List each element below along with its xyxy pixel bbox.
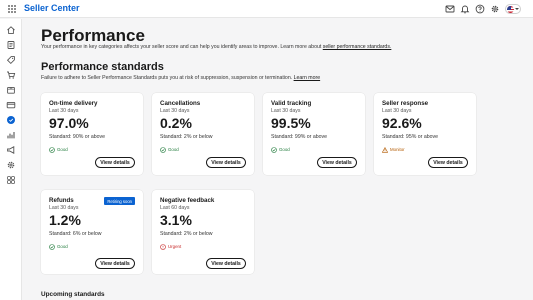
status-badge: Good [160, 146, 179, 153]
card-period: Last 30 days [382, 108, 412, 114]
status-label: Urgent [168, 244, 182, 249]
card-title: Negative feedback [160, 197, 215, 204]
card-standard: Standard: 90% or above [49, 134, 105, 140]
sidebar [0, 19, 22, 300]
alert-circle-icon [160, 243, 166, 250]
apps-icon[interactable] [6, 175, 16, 185]
bell-icon[interactable] [460, 4, 470, 14]
cart-icon[interactable] [6, 70, 16, 80]
learn-more-link[interactable]: Learn more [294, 75, 321, 81]
intro-text: Your performance in key categories affec… [41, 44, 391, 50]
us-flag-icon [507, 5, 514, 13]
metric-card-seller-response: Seller response Last 30 days 92.6% Stand… [374, 93, 476, 175]
card-value: 97.0% [49, 115, 89, 131]
app-launcher-icon[interactable] [8, 5, 16, 13]
card-value: 99.5% [271, 115, 311, 131]
card-title: Refunds [49, 197, 74, 204]
card-period: Last 60 days [160, 205, 190, 211]
card-value: 0.2% [160, 115, 192, 131]
retiring-soon-badge: Retiring soon [104, 197, 135, 205]
status-label: Good [57, 147, 68, 152]
metric-card-valid-tracking: Valid tracking Last 30 days 99.5% Standa… [263, 93, 365, 175]
card-standard: Standard: 6% or below [49, 231, 102, 237]
metric-card-negative-feedback: Negative feedback Last 60 days 3.1% Stan… [152, 190, 254, 274]
performance-standards-link[interactable]: seller performance standards. [323, 44, 392, 50]
mail-icon[interactable] [445, 4, 455, 14]
megaphone-icon[interactable] [6, 145, 16, 155]
brand-logo[interactable]: Seller Center [24, 3, 80, 13]
page-title: Performance [41, 26, 145, 45]
card-value: 92.6% [382, 115, 422, 131]
card-title: On-time delivery [49, 100, 98, 107]
section-description: Failure to adhere to Seller Performance … [41, 75, 320, 81]
warning-icon [382, 146, 388, 153]
status-badge: Monitor [382, 146, 405, 153]
card-standard: Standard: 2% or below [160, 134, 213, 140]
metric-card-refunds: Refunds Retiring soon Last 30 days 1.2% … [41, 190, 143, 274]
card-period: Last 30 days [160, 108, 190, 114]
view-details-button[interactable]: View details [428, 157, 468, 168]
view-details-button[interactable]: View details [206, 157, 246, 168]
card-title: Seller response [382, 100, 429, 107]
chevron-down-icon [515, 8, 519, 10]
document-icon[interactable] [6, 40, 16, 50]
status-badge: Urgent [160, 243, 181, 250]
check-circle-icon [49, 146, 55, 153]
section-title: Performance standards [41, 61, 164, 73]
card-title: Cancellations [160, 100, 201, 107]
view-details-button[interactable]: View details [317, 157, 357, 168]
view-details-button[interactable]: View details [95, 157, 135, 168]
view-details-button[interactable]: View details [95, 258, 135, 269]
upcoming-standards-heading: Upcoming standards [41, 291, 105, 298]
home-icon[interactable] [6, 25, 16, 35]
card-icon[interactable] [6, 100, 16, 110]
settings-icon[interactable] [490, 4, 500, 14]
top-bar: Seller Center [0, 0, 533, 18]
card-period: Last 30 days [49, 205, 79, 211]
card-title: Valid tracking [271, 100, 312, 107]
gear-icon[interactable] [6, 160, 16, 170]
check-circle-icon [160, 146, 166, 153]
metric-card-on-time-delivery: On-time delivery Last 30 days 97.0% Stan… [41, 93, 143, 175]
status-label: Monitor [390, 147, 405, 152]
card-standard: Standard: 99% or above [271, 134, 327, 140]
card-value: 1.2% [49, 212, 81, 228]
status-badge: Good [271, 146, 290, 153]
card-standard: Standard: 2% or below [160, 231, 213, 237]
status-label: Good [168, 147, 179, 152]
chart-icon[interactable] [6, 130, 16, 140]
intro-body: Your performance in key categories affec… [41, 44, 323, 50]
status-badge: Good [49, 146, 68, 153]
status-label: Good [279, 147, 290, 152]
performance-icon[interactable] [6, 115, 16, 125]
check-circle-icon [271, 146, 277, 153]
check-circle-icon [49, 243, 55, 250]
status-badge: Good [49, 243, 68, 250]
tag-icon[interactable] [6, 55, 16, 65]
card-period: Last 30 days [271, 108, 301, 114]
status-label: Good [57, 244, 68, 249]
locale-selector[interactable] [505, 4, 521, 14]
help-icon[interactable] [475, 4, 485, 14]
view-details-button[interactable]: View details [206, 258, 246, 269]
card-value: 3.1% [160, 212, 192, 228]
card-standard: Standard: 95% or above [382, 134, 438, 140]
section-desc-body: Failure to adhere to Seller Performance … [41, 75, 294, 81]
top-actions [445, 4, 521, 14]
metric-card-cancellations: Cancellations Last 30 days 0.2% Standard… [152, 93, 254, 175]
box-icon[interactable] [6, 85, 16, 95]
card-period: Last 30 days [49, 108, 79, 114]
